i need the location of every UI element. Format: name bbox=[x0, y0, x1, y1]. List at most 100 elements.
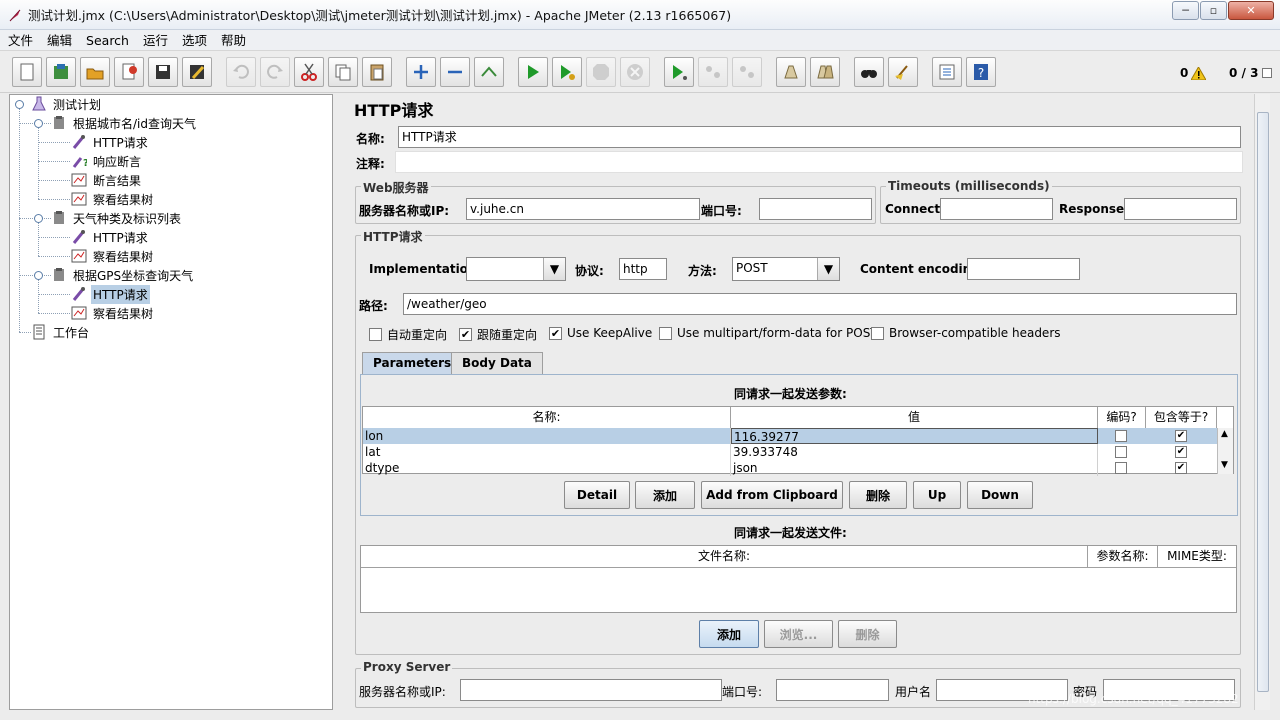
tree-node-thread-group[interactable]: 根据城市名/id查询天气 bbox=[51, 114, 198, 132]
tree-node-workbench[interactable]: 工作台 bbox=[31, 323, 91, 341]
column-header-name[interactable]: 名称: bbox=[363, 407, 731, 429]
tree-node-thread-group[interactable]: 天气种类及标识列表 bbox=[51, 209, 183, 227]
search-icon[interactable] bbox=[854, 57, 884, 87]
tree-node-assertion-results[interactable]: 断言结果 bbox=[71, 171, 143, 189]
column-header-file-name[interactable]: 文件名称: bbox=[361, 546, 1088, 568]
clear-all-icon[interactable] bbox=[810, 57, 840, 87]
collapse-all-icon[interactable] bbox=[440, 57, 470, 87]
menu-edit[interactable]: 编辑 bbox=[41, 30, 78, 51]
tree-node-thread-group[interactable]: 根据GPS坐标查询天气 bbox=[51, 266, 195, 284]
templates-icon[interactable] bbox=[46, 57, 76, 87]
add-from-clipboard-button[interactable]: Add from Clipboard bbox=[701, 481, 843, 509]
delete-param-button[interactable]: 删除 bbox=[849, 481, 907, 509]
tab-body-data[interactable]: Body Data bbox=[451, 352, 543, 374]
column-header-value[interactable]: 值 bbox=[731, 407, 1098, 429]
name-input[interactable]: HTTP请求 bbox=[398, 126, 1241, 148]
encode-checkbox[interactable] bbox=[1115, 430, 1127, 442]
start-icon[interactable] bbox=[518, 57, 548, 87]
tree-node-response-assertion[interactable]: ? 响应断言 bbox=[71, 152, 143, 170]
column-header-include-equals[interactable]: 包含等于? bbox=[1146, 407, 1217, 429]
include-equals-checkbox[interactable]: ✔ bbox=[1175, 462, 1187, 474]
delete-file-button[interactable]: 删除 bbox=[838, 620, 897, 648]
form-scrollbar[interactable] bbox=[1254, 94, 1270, 710]
protocol-input[interactable]: http bbox=[619, 258, 667, 280]
menu-run[interactable]: 运行 bbox=[137, 30, 174, 51]
detail-button[interactable]: Detail bbox=[564, 481, 630, 509]
minimize-button[interactable]: ─ bbox=[1172, 1, 1199, 20]
reset-search-icon[interactable] bbox=[888, 57, 918, 87]
start-no-pauses-icon[interactable] bbox=[552, 57, 582, 87]
port-input[interactable] bbox=[759, 198, 872, 220]
expand-all-icon[interactable] bbox=[406, 57, 436, 87]
include-equals-checkbox[interactable]: ✔ bbox=[1175, 446, 1187, 458]
param-value-cell[interactable]: 39.933748 bbox=[731, 444, 1098, 460]
tree-toggle-group-2[interactable] bbox=[34, 214, 43, 223]
scroll-up-icon[interactable]: ▲ bbox=[1221, 429, 1228, 439]
param-value-cell[interactable]: 116.39277 bbox=[731, 428, 1098, 444]
redo-icon[interactable] bbox=[260, 57, 290, 87]
tree-node-http-request[interactable]: HTTP请求 bbox=[71, 228, 150, 246]
browser-headers-checkbox[interactable]: Browser-compatible headers bbox=[871, 326, 1061, 340]
open-icon[interactable] bbox=[80, 57, 110, 87]
path-input[interactable]: /weather/geo bbox=[403, 293, 1237, 315]
shutdown-icon[interactable] bbox=[620, 57, 650, 87]
encode-checkbox[interactable] bbox=[1115, 462, 1127, 474]
proxy-port-input[interactable] bbox=[776, 679, 889, 701]
include-equals-checkbox[interactable]: ✔ bbox=[1175, 430, 1187, 442]
remote-stop-all-icon[interactable] bbox=[698, 57, 728, 87]
tree-toggle-group-3[interactable] bbox=[34, 271, 43, 280]
close-file-icon[interactable] bbox=[114, 57, 144, 87]
close-button[interactable]: ✕ bbox=[1228, 1, 1274, 20]
column-header-mime-type[interactable]: MIME类型: bbox=[1158, 546, 1236, 568]
function-helper-icon[interactable] bbox=[932, 57, 962, 87]
scroll-down-icon[interactable]: ▼ bbox=[1221, 460, 1228, 470]
tree-toggle-root[interactable] bbox=[15, 100, 24, 109]
new-icon[interactable] bbox=[12, 57, 42, 87]
tree-node-view-results-tree[interactable]: 察看结果树 bbox=[71, 304, 155, 322]
save-as-icon[interactable] bbox=[182, 57, 212, 87]
server-input[interactable]: v.juhe.cn bbox=[466, 198, 700, 220]
param-name-cell[interactable]: lon bbox=[363, 428, 731, 444]
add-param-button[interactable]: 添加 bbox=[635, 481, 695, 509]
remote-start-all-icon[interactable] bbox=[664, 57, 694, 87]
paste-icon[interactable] bbox=[362, 57, 392, 87]
copy-icon[interactable] bbox=[328, 57, 358, 87]
auto-redirect-checkbox[interactable]: 自动重定向 bbox=[369, 326, 447, 343]
response-timeout-input[interactable] bbox=[1124, 198, 1237, 220]
params-scrollbar[interactable]: ▲ ▼ bbox=[1217, 428, 1233, 474]
help-icon[interactable]: ? bbox=[966, 57, 996, 87]
clear-icon[interactable] bbox=[776, 57, 806, 87]
method-select[interactable]: POST ▼ bbox=[732, 257, 840, 281]
tree-node-http-request[interactable]: HTTP请求 bbox=[71, 133, 150, 151]
up-button[interactable]: Up bbox=[913, 481, 961, 509]
follow-redirect-checkbox[interactable]: ✔ 跟随重定向 bbox=[459, 326, 537, 343]
warning-icon[interactable] bbox=[1191, 67, 1206, 80]
param-name-cell[interactable]: dtype bbox=[363, 460, 731, 476]
keepalive-checkbox[interactable]: ✔ Use KeepAlive bbox=[549, 326, 652, 340]
multipart-checkbox[interactable]: Use multipart/form-data for POST bbox=[659, 326, 878, 340]
tree-node-view-results-tree[interactable]: 察看结果树 bbox=[71, 190, 155, 208]
down-button[interactable]: Down bbox=[967, 481, 1033, 509]
content-encoding-input[interactable] bbox=[967, 258, 1080, 280]
maximize-button[interactable]: ▫ bbox=[1200, 1, 1227, 20]
tree-node-test-plan[interactable]: 测试计划 bbox=[31, 95, 103, 113]
menu-options[interactable]: 选项 bbox=[176, 30, 213, 51]
param-name-cell[interactable]: lat bbox=[363, 444, 731, 460]
browse-button[interactable]: 浏览... bbox=[764, 620, 833, 648]
column-header-encode[interactable]: 编码? bbox=[1098, 407, 1146, 429]
toggle-icon[interactable] bbox=[474, 57, 504, 87]
tab-parameters[interactable]: Parameters bbox=[362, 352, 463, 374]
cut-icon[interactable] bbox=[294, 57, 324, 87]
tree-node-http-request-selected[interactable]: HTTP请求 bbox=[71, 284, 150, 304]
stop-icon[interactable] bbox=[586, 57, 616, 87]
remote-exit-all-icon[interactable] bbox=[732, 57, 762, 87]
menu-help[interactable]: 帮助 bbox=[215, 30, 252, 51]
proxy-server-input[interactable] bbox=[460, 679, 722, 701]
param-value-cell[interactable]: json bbox=[731, 460, 1098, 476]
comment-input[interactable] bbox=[395, 151, 1243, 173]
encode-checkbox[interactable] bbox=[1115, 446, 1127, 458]
undo-icon[interactable] bbox=[226, 57, 256, 87]
implementation-select[interactable]: ▼ bbox=[466, 257, 566, 281]
menu-search[interactable]: Search bbox=[80, 30, 135, 51]
tree-toggle-group-1[interactable] bbox=[34, 119, 43, 128]
